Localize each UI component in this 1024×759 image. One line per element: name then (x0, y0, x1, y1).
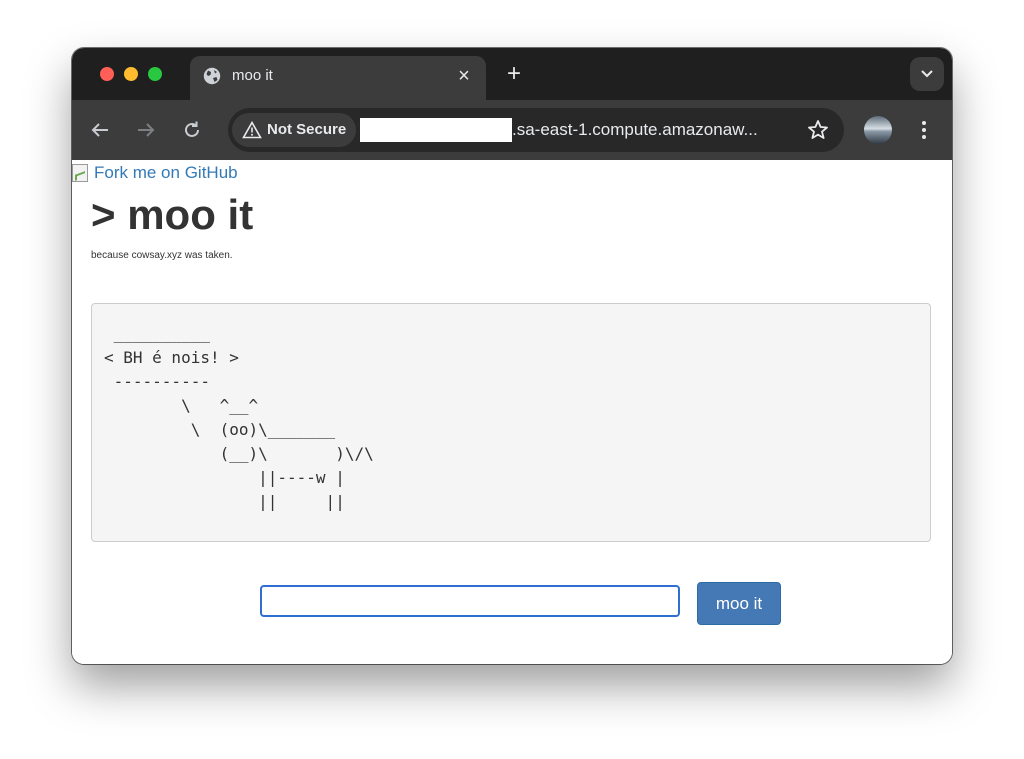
tab-moo-it[interactable]: moo it × (190, 56, 486, 100)
back-arrow-icon[interactable] (88, 118, 112, 142)
globe-icon (203, 67, 221, 85)
fork-github-link[interactable]: Fork me on GitHub (72, 163, 238, 183)
maximize-window-button[interactable] (148, 67, 162, 81)
tab-strip: moo it × + (72, 48, 952, 100)
cowsay-output-box: __________ < BH é nois! > ---------- \ ^… (91, 303, 931, 542)
tab-title: moo it (232, 67, 273, 84)
browser-window: moo it × + Not Secure .sa-east-1.compute… (72, 48, 952, 664)
page-subtitle: because cowsay.xyz was taken. (91, 250, 233, 261)
new-tab-button[interactable]: + (502, 62, 526, 86)
more-menu-icon[interactable] (914, 118, 934, 142)
warning-triangle-icon (242, 121, 262, 139)
security-label: Not Secure (267, 121, 347, 138)
tab-search-button[interactable] (910, 57, 944, 91)
close-window-button[interactable] (100, 67, 114, 81)
url-text: .sa-east-1.compute.amazonaw... (512, 120, 758, 139)
security-chip[interactable]: Not Secure (232, 113, 356, 147)
page-content: Fork me on GitHub > moo it because cowsa… (72, 160, 952, 664)
moo-it-button[interactable]: moo it (697, 582, 781, 625)
fork-github-text: Fork me on GitHub (94, 163, 238, 182)
star-icon[interactable] (806, 118, 830, 142)
forward-arrow-icon[interactable] (134, 118, 158, 142)
address-bar[interactable]: Not Secure .sa-east-1.compute.amazonaw..… (228, 108, 844, 152)
cowsay-output: __________ < BH é nois! > ---------- \ ^… (104, 324, 374, 511)
moo-text-input[interactable] (260, 585, 680, 617)
minimize-window-button[interactable] (124, 67, 138, 81)
browser-toolbar: Not Secure .sa-east-1.compute.amazonaw..… (72, 100, 952, 160)
url-redaction (360, 118, 512, 142)
close-tab-icon[interactable]: × (454, 66, 474, 86)
reload-icon[interactable] (180, 118, 204, 142)
broken-image-icon (72, 164, 88, 182)
chevron-down-icon (921, 70, 933, 78)
page-title: > moo it (91, 191, 254, 238)
profile-avatar[interactable] (864, 116, 892, 144)
